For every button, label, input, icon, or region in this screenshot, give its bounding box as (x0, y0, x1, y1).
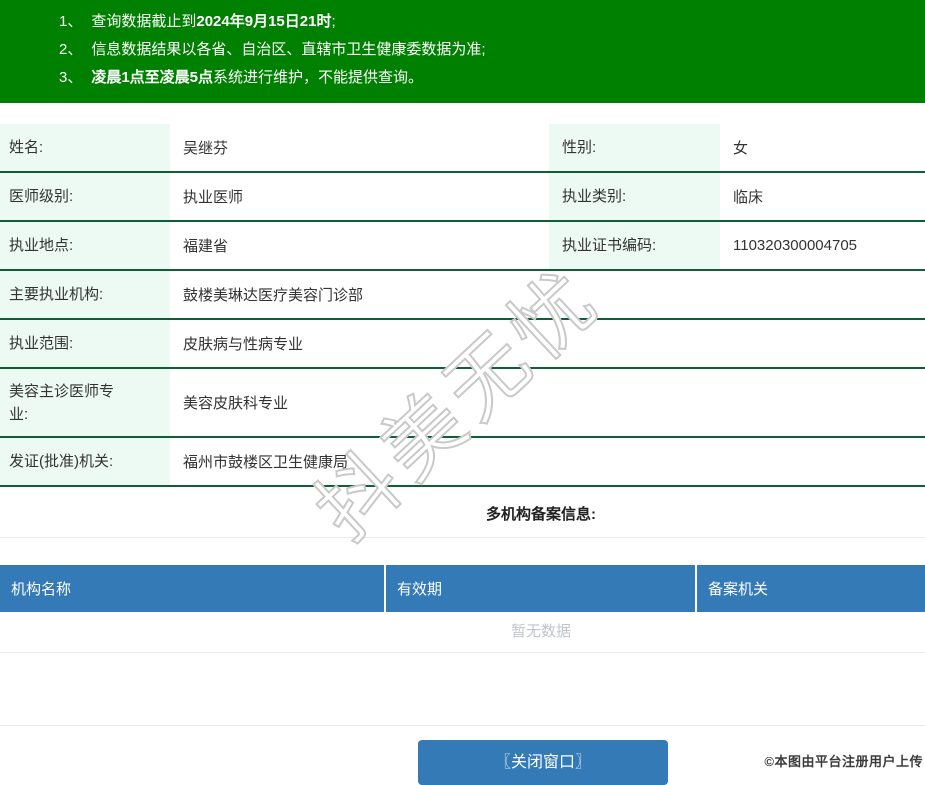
practitioner-info-table: 姓名: 吴继芬 性别: 女医师级别: 执业医师 执业类别: 临床执业地点: 福建省 执业证书编码… (0, 124, 925, 487)
info-label-cell: 主要执业机构: (0, 271, 170, 318)
info-label-cell: 医师级别: (0, 173, 170, 220)
info-row: 执业地点: 福建省 执业证书编码: 110320300004705 (0, 222, 925, 271)
info-value: 吴继芬 (183, 140, 229, 157)
info-value: 临床 (733, 189, 764, 206)
info-value: 福建省 (183, 238, 229, 255)
info-value: 执业医师 (183, 189, 244, 206)
info-label: 姓名: (9, 139, 44, 156)
column-header-3: 备案机关 (708, 581, 769, 598)
notice-line-3: 3、 凌晨1点至凌晨5点系统进行维护，不能提供查询。 (59, 64, 915, 92)
multi-org-table-header: 机构名称 有效期 备案机关 (0, 565, 925, 612)
info-row: 医师级别: 执业医师 执业类别: 临床 (0, 173, 925, 222)
info-row: 主要执业机构: 鼓楼美琳达医疗美容门诊部 (0, 271, 925, 320)
info-label-cell: 美容主诊医师专业: (0, 369, 170, 436)
notice-bold-text: 2024年9月15日21时 (196, 13, 332, 30)
notice-lines: 1、 查询数据截止到2024年9月15日21时; 2、 信息数据结果以各省、自治区、直… (59, 8, 915, 92)
notice-banner: 1、 查询数据截止到2024年9月15日21时; 2、 信息数据结果以各省、自治区、直… (0, 0, 925, 103)
info-label-cell: 执业范围: (0, 320, 170, 367)
info-value: 女 (733, 140, 749, 157)
blank-area (0, 653, 925, 725)
info-row: 执业范围: 皮肤病与性病专业 (0, 320, 925, 369)
info-label-cell: 发证(批准)机关: (0, 438, 170, 485)
empty-state-text: 暂无数据 (0, 612, 925, 653)
info-label: 执业范围: (9, 335, 74, 352)
info-value: 美容皮肤科专业 (183, 395, 289, 412)
info-label-cell: 执业类别: (543, 173, 720, 220)
info-label: 执业地点: (9, 237, 74, 254)
upload-attribution-note: ©本图由平台注册用户上传 (764, 754, 923, 769)
notice-line-2: 2、 信息数据结果以各省、自治区、直辖市卫生健康委数据为准; (59, 36, 915, 64)
info-value: 皮肤病与性病专业 (183, 336, 304, 353)
notice-number: 3、 (59, 69, 83, 86)
info-label-cell: 性别: (543, 124, 720, 171)
info-label: 性别: (562, 139, 597, 156)
info-label: 医师级别: (9, 188, 74, 205)
column-header-2: 有效期 (386, 565, 697, 612)
info-value: 鼓楼美琳达医疗美容门诊部 (183, 287, 364, 304)
info-row: 姓名: 吴继芬 性别: 女 (0, 124, 925, 173)
info-label-cell: 执业地点: (0, 222, 170, 269)
info-row: 发证(批准)机关: 福州市鼓楼区卫生健康局 (0, 438, 925, 487)
info-label: 美容主诊医师专业: (9, 382, 115, 423)
notice-text: 系统进行维护，不能提供查询。 (213, 69, 424, 86)
info-value: 110320300004705 (733, 237, 858, 254)
info-row: 美容主诊医师专业: 美容皮肤科专业 (0, 369, 925, 438)
notice-text: 查询数据截止到 (91, 13, 197, 30)
close-window-button[interactable]: 〖关闭窗口〗 (418, 740, 668, 785)
notice-line-1: 1、 查询数据截止到2024年9月15日21时; (59, 8, 915, 36)
info-label: 主要执业机构: (9, 286, 104, 303)
notice-number: 2、 (59, 41, 83, 58)
info-label: 执业类别: (562, 188, 627, 205)
notice-text: ; (331, 13, 336, 30)
info-label-cell: 姓名: (0, 124, 170, 171)
multi-org-section-title: 多机构备案信息: (486, 506, 596, 523)
column-header-1: 机构名称 (0, 565, 386, 612)
info-label: 执业证书编码: (562, 237, 657, 254)
info-value: 福州市鼓楼区卫生健康局 (183, 454, 349, 471)
section-divider (0, 537, 925, 538)
notice-bold-text: 凌晨1点至凌晨5点 (91, 69, 214, 86)
info-label-cell: 执业证书编码: (543, 222, 720, 269)
notice-number: 1、 (59, 13, 83, 30)
info-label: 发证(批准)机关: (9, 453, 114, 470)
notice-text: 信息数据结果以各省、自治区、直辖市卫生健康委数据为准; (91, 41, 486, 58)
